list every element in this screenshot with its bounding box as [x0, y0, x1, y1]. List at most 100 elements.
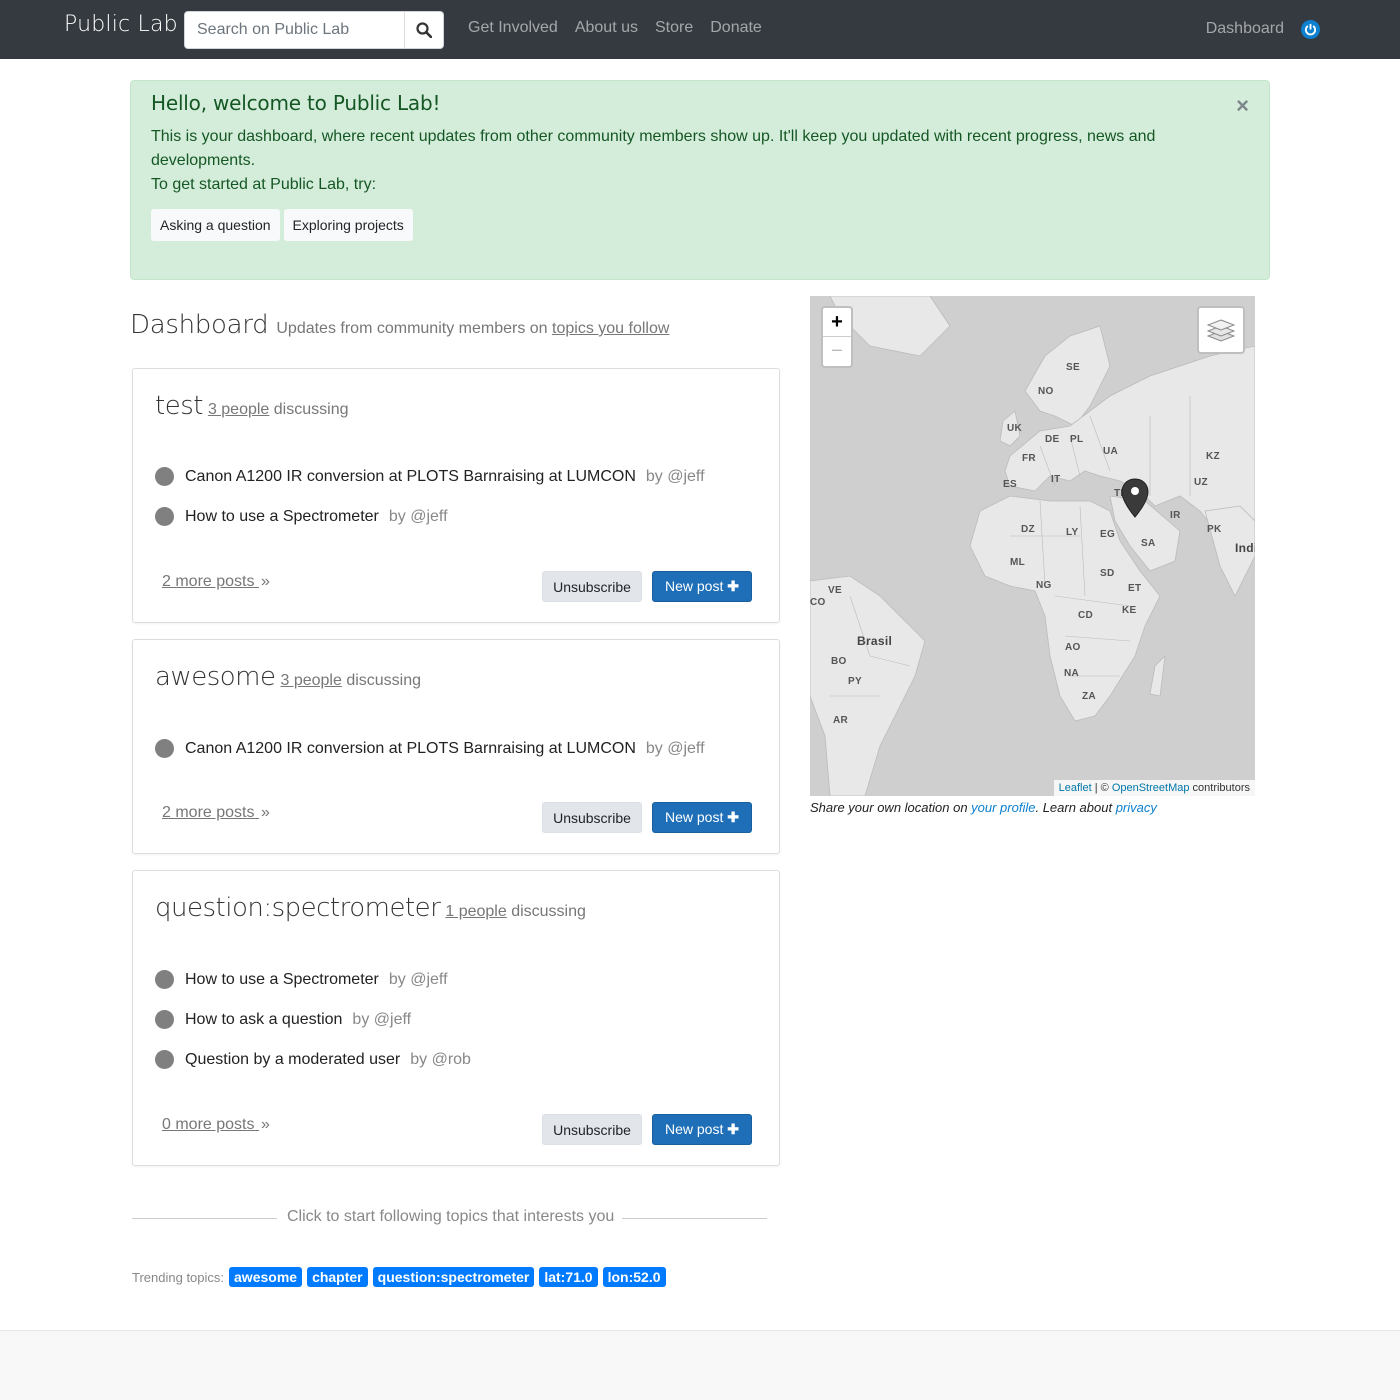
- tag-card-question-spectrometer: question:spectrometer 1 people discussin…: [132, 870, 780, 1166]
- more-posts-link[interactable]: 0 more posts »: [162, 1116, 270, 1134]
- map-label: DZ: [1021, 524, 1035, 535]
- map-label: ET: [1128, 583, 1142, 594]
- new-post-button[interactable]: New post ✚: [652, 802, 752, 833]
- leaflet-link[interactable]: Leaflet: [1059, 782, 1092, 794]
- map-label: IT: [1051, 474, 1061, 485]
- page-subtitle: Updates from community members on topics…: [276, 320, 669, 338]
- avatar: [155, 467, 174, 486]
- discussing-label: discussing: [273, 401, 349, 418]
- plus-icon: ✚: [727, 809, 739, 825]
- osm-link[interactable]: OpenStreetMap: [1112, 782, 1190, 794]
- people-link[interactable]: 3 people: [280, 672, 341, 689]
- map-label: DE: [1045, 434, 1060, 445]
- topic-badge-chapter[interactable]: chapter: [307, 1267, 368, 1287]
- card-header: question:spectrometer 1 people discussin…: [155, 893, 586, 923]
- card-header: awesome 3 people discussing: [155, 662, 421, 692]
- post-title[interactable]: How to ask a question: [185, 1011, 342, 1029]
- nav-store[interactable]: Store: [655, 19, 693, 37]
- your-profile-link[interactable]: your profile: [971, 800, 1035, 815]
- unsubscribe-button[interactable]: Unsubscribe: [542, 802, 642, 833]
- welcome-alert: Hello, welcome to Public Lab! This is yo…: [130, 80, 1270, 280]
- post-title[interactable]: Canon A1200 IR conversion at PLOTS Barnr…: [185, 468, 636, 486]
- new-post-label: New post: [665, 1121, 724, 1137]
- privacy-link[interactable]: privacy: [1116, 800, 1157, 815]
- plus-icon: ✚: [727, 578, 739, 594]
- explore-projects-button[interactable]: Exploring projects: [283, 209, 413, 241]
- map-label: UK: [1007, 423, 1023, 434]
- zoom-out-button[interactable]: −: [823, 337, 851, 366]
- new-post-label: New post: [665, 809, 724, 825]
- post-title[interactable]: Question by a moderated user: [185, 1051, 400, 1069]
- zoom-in-button[interactable]: +: [823, 308, 851, 337]
- nav-right: Dashboard: [1206, 19, 1320, 39]
- unsubscribe-button[interactable]: Unsubscribe: [542, 1114, 642, 1145]
- ask-question-button[interactable]: Asking a question: [151, 209, 280, 241]
- post-title[interactable]: How to use a Spectrometer: [185, 508, 379, 526]
- footer: [0, 1330, 1400, 1400]
- map-marker-icon[interactable]: [1121, 478, 1149, 518]
- post-title[interactable]: Canon A1200 IR conversion at PLOTS Barnr…: [185, 740, 636, 758]
- new-post-button[interactable]: New post ✚: [652, 571, 752, 602]
- map-label: LY: [1066, 527, 1079, 538]
- nav-about-us[interactable]: About us: [575, 19, 638, 37]
- post-author[interactable]: by @jeff: [389, 508, 448, 526]
- trending-label: Trending topics:: [132, 1269, 225, 1285]
- new-post-button[interactable]: New post ✚: [652, 1114, 752, 1145]
- map-label: KZ: [1206, 451, 1220, 462]
- close-icon[interactable]: ×: [1236, 93, 1249, 119]
- map-caption: Share your own location on your profile.…: [810, 800, 1157, 815]
- avatar: [155, 1010, 174, 1029]
- topic-badge-awesome[interactable]: awesome: [229, 1267, 303, 1287]
- search-input[interactable]: [184, 11, 404, 49]
- more-posts-link[interactable]: 2 more posts »: [162, 804, 270, 822]
- list-item: How to ask a question by @jeff: [155, 1010, 411, 1029]
- more-posts-label: 0 more posts: [162, 1116, 255, 1133]
- map-label: SE: [1066, 362, 1080, 373]
- attrib-contrib: contributors: [1189, 782, 1250, 794]
- alert-buttons: Asking a question Exploring projects: [151, 209, 1249, 241]
- tag-name[interactable]: question:spectrometer: [155, 893, 441, 923]
- post-author[interactable]: by @jeff: [646, 740, 705, 758]
- map-label: ES: [1003, 479, 1017, 490]
- list-item: How to use a Spectrometer by @jeff: [155, 507, 448, 526]
- topic-badge-lon[interactable]: lon:52.0: [602, 1267, 666, 1287]
- tag-name[interactable]: test: [155, 391, 203, 421]
- avatar: [155, 739, 174, 758]
- brand-logo[interactable]: Public Lab: [64, 12, 178, 37]
- tag-name[interactable]: awesome: [155, 662, 276, 692]
- chevron-double-right-icon: »: [260, 573, 270, 590]
- search-icon: [416, 22, 432, 38]
- people-link[interactable]: 1 people: [445, 903, 506, 920]
- map-label: FR: [1022, 453, 1036, 464]
- post-author[interactable]: by @rob: [410, 1051, 471, 1069]
- post-author[interactable]: by @jeff: [646, 468, 705, 486]
- map-label: UA: [1103, 446, 1119, 457]
- layers-icon: [1207, 319, 1235, 342]
- trending-topics: Trending topics: awesome chapter questio…: [132, 1267, 671, 1287]
- post-title[interactable]: How to use a Spectrometer: [185, 971, 379, 989]
- post-author[interactable]: by @jeff: [352, 1011, 411, 1029]
- map-label: UZ: [1194, 477, 1208, 488]
- list-item: Question by a moderated user by @rob: [155, 1050, 471, 1069]
- topic-badge-question-spectrometer[interactable]: question:spectrometer: [372, 1267, 535, 1287]
- avatar: [155, 970, 174, 989]
- post-author[interactable]: by @jeff: [389, 971, 448, 989]
- nav-get-involved[interactable]: Get Involved: [468, 19, 558, 37]
- unsubscribe-button[interactable]: Unsubscribe: [542, 571, 642, 602]
- nav-dashboard[interactable]: Dashboard: [1206, 20, 1284, 38]
- power-icon[interactable]: [1301, 20, 1320, 39]
- layers-button[interactable]: [1197, 306, 1245, 354]
- map-label: SD: [1100, 568, 1115, 579]
- map-label: India: [1235, 541, 1255, 555]
- search-button[interactable]: [404, 11, 444, 49]
- more-posts-link[interactable]: 2 more posts »: [162, 573, 270, 591]
- follow-divider: Click to start following topics that int…: [132, 1206, 767, 1228]
- location-map[interactable]: SE NO UK DE PL UA KZ FR ES IT TR UZ IR P…: [810, 296, 1255, 796]
- topic-badge-lat[interactable]: lat:71.0: [539, 1267, 598, 1287]
- people-link[interactable]: 3 people: [208, 401, 269, 418]
- topics-you-follow-link[interactable]: topics you follow: [552, 320, 669, 337]
- map-label: IR: [1170, 510, 1181, 521]
- divider-line: [132, 1218, 277, 1219]
- nav-donate[interactable]: Donate: [710, 19, 762, 37]
- people-count: 3 people discussing: [280, 672, 421, 690]
